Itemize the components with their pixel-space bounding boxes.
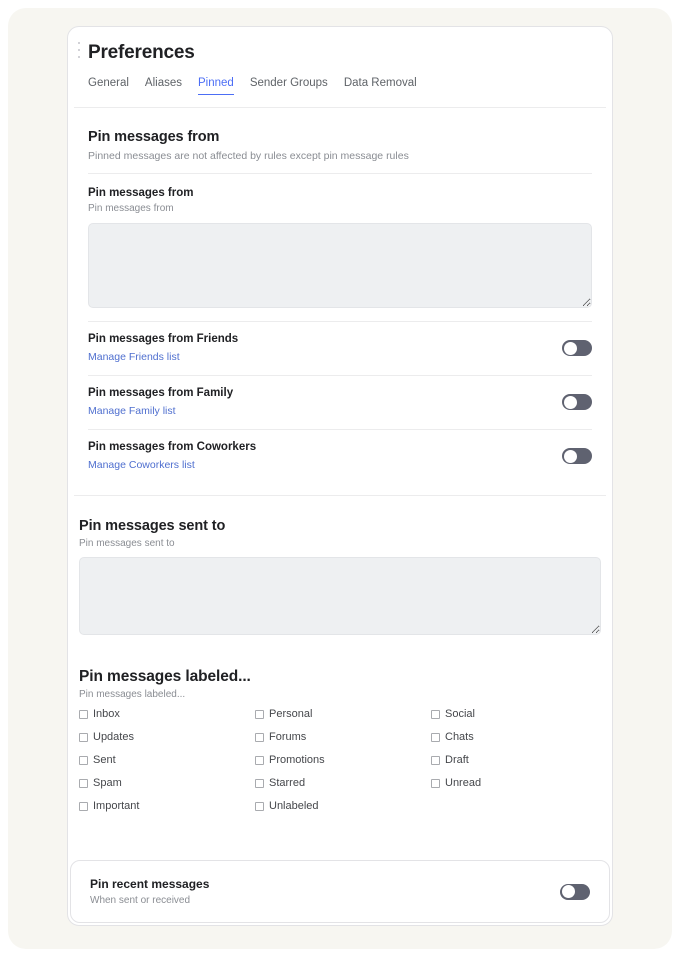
screen-root: Preferences General Aliases Pinned Sende… xyxy=(0,0,680,957)
checkbox-item-social[interactable]: Social xyxy=(431,707,601,722)
tab-sender-groups[interactable]: Sender Groups xyxy=(250,75,328,95)
checkbox-label: Forums xyxy=(269,731,307,743)
checkbox-item-starred[interactable]: Starred xyxy=(255,776,431,791)
checkbox-label: Updates xyxy=(93,731,134,743)
section-hint-pin-sent-to: Pin messages sent to xyxy=(79,538,175,549)
pin-recent-messages-card: Pin recent messages When sent or receive… xyxy=(70,860,610,923)
checkbox-label: Important xyxy=(93,800,140,812)
toggle-friends[interactable] xyxy=(562,340,592,356)
checkbox-icon[interactable] xyxy=(255,779,264,788)
section-hint-pin-labeled: Pin messages labeled... xyxy=(79,689,186,700)
section-title-pin-labeled: Pin messages labeled... xyxy=(79,668,251,685)
checkbox-label: Starred xyxy=(269,777,306,789)
checkbox-item-sent[interactable]: Sent xyxy=(79,753,255,768)
tab-data-removal[interactable]: Data Removal xyxy=(344,75,417,95)
field-pin-messages-from: Pin messages from Pin messages from xyxy=(68,174,612,308)
toggle-pin-recent-messages[interactable] xyxy=(560,883,590,900)
pin-recent-messages-text: Pin recent messages When sent or receive… xyxy=(90,876,209,908)
checkbox-label: Unread xyxy=(445,777,482,789)
section-divider-wrap-1 xyxy=(68,163,612,174)
section-pin-messages-labeled: Pin messages labeled... Pin messages lab… xyxy=(68,635,612,814)
toggle-row-title-coworkers: Pin messages from Coworkers xyxy=(88,441,257,453)
tab-aliases[interactable]: Aliases xyxy=(145,75,182,95)
checkbox-icon[interactable] xyxy=(431,779,440,788)
checkbox-label: Sent xyxy=(93,754,116,766)
tab-pinned[interactable]: Pinned xyxy=(198,75,234,95)
toggle-rows-group: Pin messages from Friends Manage Friends… xyxy=(68,308,612,483)
field-label-pin-from: Pin messages from xyxy=(88,187,194,199)
checkbox-item-spam[interactable]: Spam xyxy=(79,776,255,791)
header-divider xyxy=(74,107,606,108)
checkbox-item-important[interactable]: Important xyxy=(79,799,255,814)
checkbox-icon[interactable] xyxy=(255,733,264,742)
checkbox-label: Personal xyxy=(269,708,313,720)
manage-coworkers-list-link[interactable]: Manage Coworkers list xyxy=(88,458,195,472)
checkbox-icon[interactable] xyxy=(79,733,88,742)
section-title-pin-from: Pin messages from xyxy=(88,129,220,145)
checkbox-item-personal[interactable]: Personal xyxy=(255,707,431,722)
checkbox-icon[interactable] xyxy=(79,802,88,811)
checkbox-label: Draft xyxy=(445,754,469,766)
checkbox-item-inbox[interactable]: Inbox xyxy=(79,707,255,722)
checkbox-icon[interactable] xyxy=(255,710,264,719)
checkbox-label: Promotions xyxy=(269,754,325,766)
checkbox-item-unlabeled[interactable]: Unlabeled xyxy=(255,799,431,814)
checkbox-label: Social xyxy=(445,708,475,720)
checkbox-icon[interactable] xyxy=(79,756,88,765)
toggle-row-family: Pin messages from Family Manage Family l… xyxy=(88,376,592,429)
section-title-pin-sent-to: Pin messages sent to xyxy=(79,518,226,534)
toggle-family[interactable] xyxy=(562,394,592,410)
toggle-row-title-family: Pin messages from Family xyxy=(88,387,234,399)
toggle-knob-icon xyxy=(563,395,577,409)
checkbox-icon[interactable] xyxy=(431,710,440,719)
checkbox-label: Inbox xyxy=(93,708,120,720)
section-pin-messages-from: Pin messages from Pinned messages are no… xyxy=(68,108,612,163)
toggle-coworkers[interactable] xyxy=(562,448,592,464)
checkbox-item-unread[interactable]: Unread xyxy=(431,776,601,791)
toggle-knob-icon xyxy=(563,449,577,463)
preferences-header: Preferences General Aliases Pinned Sende… xyxy=(68,27,612,108)
checkbox-icon[interactable] xyxy=(79,710,88,719)
pin-recent-messages-title: Pin recent messages xyxy=(90,876,210,891)
pin-messages-from-textarea[interactable] xyxy=(88,223,592,308)
toggle-row-coworkers: Pin messages from Coworkers Manage Cowor… xyxy=(88,430,592,483)
checkbox-item-forums[interactable]: Forums xyxy=(255,730,431,745)
manage-friends-list-link[interactable]: Manage Friends list xyxy=(88,350,180,364)
toggle-knob-icon xyxy=(561,885,575,898)
checkbox-label: Unlabeled xyxy=(269,800,319,812)
toggle-knob-icon xyxy=(563,341,577,355)
manage-family-list-link[interactable]: Manage Family list xyxy=(88,404,176,418)
checkbox-icon[interactable] xyxy=(431,756,440,765)
toggle-row-friends: Pin messages from Friends Manage Friends… xyxy=(88,322,592,375)
tab-general[interactable]: General xyxy=(88,75,129,95)
checkbox-item-updates[interactable]: Updates xyxy=(79,730,255,745)
pin-messages-sent-to-textarea[interactable] xyxy=(79,557,601,635)
preferences-card: Preferences General Aliases Pinned Sende… xyxy=(67,26,613,926)
drag-dots-icon[interactable] xyxy=(77,42,81,58)
checkbox-item-chats[interactable]: Chats xyxy=(431,730,601,745)
field-hint-pin-from: Pin messages from xyxy=(88,203,174,214)
checkbox-item-promotions[interactable]: Promotions xyxy=(255,753,431,768)
section-divider-wrap-2 xyxy=(68,483,612,496)
checkbox-icon[interactable] xyxy=(79,779,88,788)
checkbox-item-draft[interactable]: Draft xyxy=(431,753,601,768)
page-title: Preferences xyxy=(88,42,195,63)
toggle-row-title-friends: Pin messages from Friends xyxy=(88,333,239,345)
section-pin-messages-sent-to: Pin messages sent to Pin messages sent t… xyxy=(68,496,612,635)
pin-recent-messages-subtitle: When sent or received xyxy=(90,894,191,906)
checkbox-label: Spam xyxy=(93,777,122,789)
label-checkbox-grid: Inbox Personal Social Updates Forums Cha… xyxy=(79,707,601,814)
checkbox-label: Chats xyxy=(445,731,474,743)
section-subtitle-pin-from: Pinned messages are not affected by rule… xyxy=(88,150,409,162)
checkbox-icon[interactable] xyxy=(255,802,264,811)
checkbox-grid-spacer xyxy=(431,799,601,814)
checkbox-icon[interactable] xyxy=(255,756,264,765)
tab-bar: General Aliases Pinned Sender Groups Dat… xyxy=(68,65,612,95)
checkbox-icon[interactable] xyxy=(431,733,440,742)
